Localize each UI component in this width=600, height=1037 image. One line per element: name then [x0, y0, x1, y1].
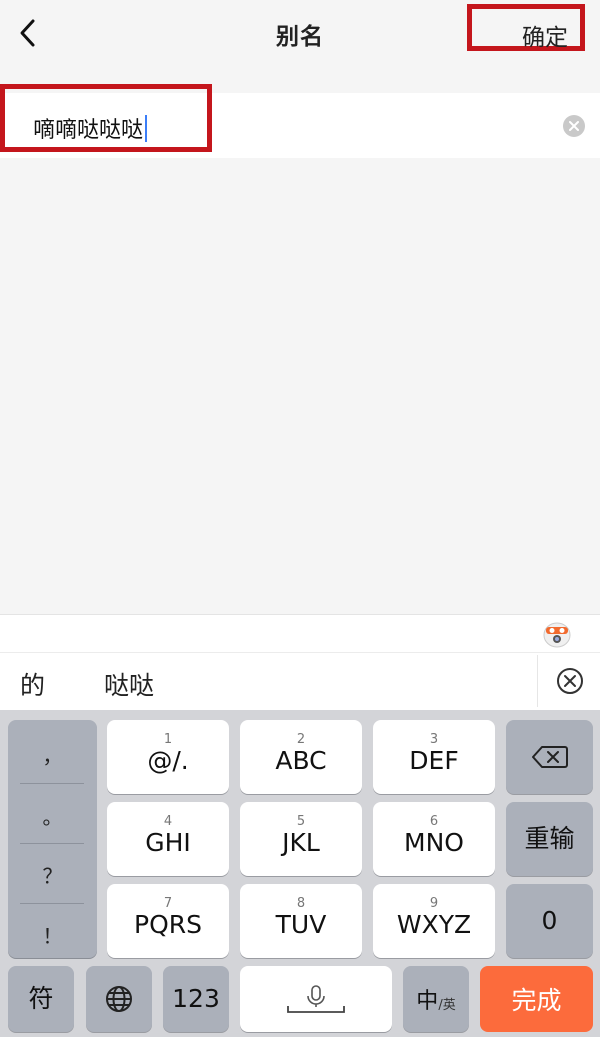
close-icon: [569, 121, 579, 131]
collapse-candidates-button[interactable]: [537, 655, 600, 707]
ime-toolbar: [0, 614, 600, 653]
alias-input-value: 嘀嘀哒哒哒: [33, 118, 144, 143]
punct-key-period[interactable]: 。: [8, 786, 97, 845]
done-key[interactable]: 完成: [480, 966, 593, 1032]
key-4[interactable]: 4 GHI: [107, 802, 229, 876]
space-key[interactable]: [240, 966, 392, 1032]
numeric-key[interactable]: 123: [163, 966, 229, 1032]
divider: [20, 903, 84, 904]
key-9[interactable]: 9 WXYZ: [373, 884, 495, 958]
key-1[interactable]: 1 @/.: [107, 720, 229, 794]
microphone-icon: [287, 985, 345, 1013]
globe-icon: [106, 986, 132, 1012]
candidate-item[interactable]: 哒哒: [104, 666, 154, 702]
ime-mascot-icon[interactable]: [542, 617, 572, 649]
key-6[interactable]: 6 MNO: [373, 802, 495, 876]
alias-input[interactable]: 嘀嘀哒哒哒: [33, 114, 148, 143]
key-3[interactable]: 3 DEF: [373, 720, 495, 794]
language-toggle-label: 中/英: [416, 989, 456, 1014]
divider: [20, 843, 84, 844]
key-2[interactable]: 2 ABC: [240, 720, 362, 794]
symbol-key[interactable]: 符: [8, 966, 74, 1032]
backspace-icon: [531, 746, 568, 768]
divider: [20, 783, 84, 784]
punct-key-comma[interactable]: ，: [8, 725, 97, 784]
punct-key-exclaim[interactable]: ！: [8, 905, 97, 964]
close-circle-icon: [556, 668, 583, 694]
language-toggle-key[interactable]: 中/英: [403, 966, 469, 1032]
punct-key-question[interactable]: ？: [8, 845, 97, 904]
key-7[interactable]: 7 PQRS: [107, 884, 229, 958]
candidate-item[interactable]: 的: [20, 666, 45, 702]
confirm-highlight: 确定: [467, 4, 585, 51]
backspace-key[interactable]: [506, 720, 593, 794]
candidate-bar: [0, 652, 600, 711]
key-5[interactable]: 5 JKL: [240, 802, 362, 876]
text-caret: [145, 114, 148, 142]
retype-key[interactable]: 重输: [506, 802, 593, 876]
confirm-button[interactable]: 确定: [522, 18, 568, 52]
globe-key[interactable]: [86, 966, 152, 1032]
zero-key[interactable]: 0: [506, 884, 593, 958]
key-8[interactable]: 8 TUV: [240, 884, 362, 958]
clear-input-button[interactable]: [563, 115, 585, 137]
